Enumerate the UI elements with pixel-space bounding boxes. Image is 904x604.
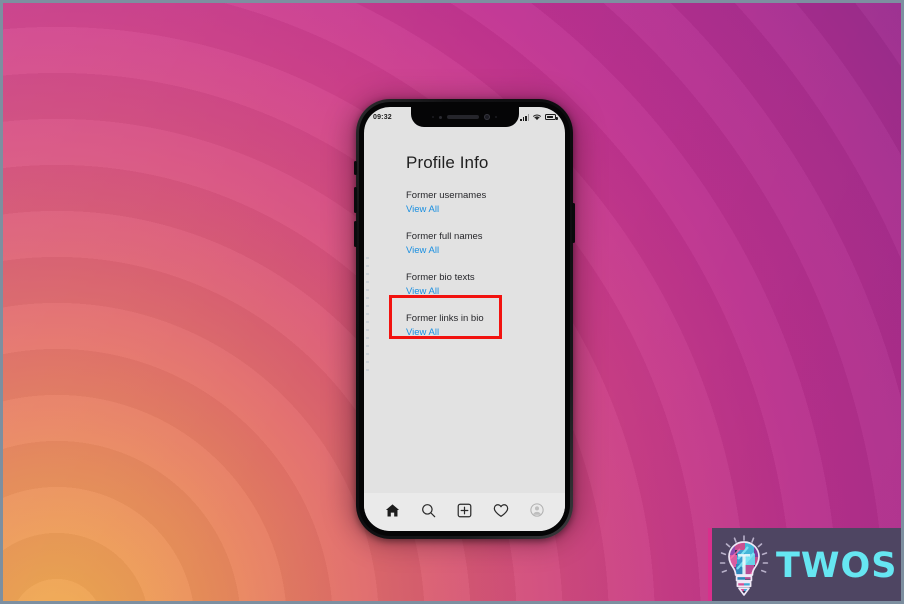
- list-item: Former bio texts View All: [406, 271, 555, 299]
- home-icon[interactable]: [382, 500, 402, 520]
- heart-icon[interactable]: [491, 500, 511, 520]
- former-links-in-bio-view-all-link[interactable]: View All: [406, 326, 555, 340]
- silent-switch-button[interactable]: [354, 161, 357, 175]
- screenshot-canvas: 09:32 Profile Info Former usernames View…: [3, 3, 901, 601]
- former-bio-texts-label: Former bio texts: [406, 272, 475, 283]
- status-icon-group: [520, 113, 558, 121]
- watermark-accent-strip: [708, 528, 712, 601]
- list-item: Former full names View All: [406, 230, 555, 258]
- sensor-dot-icon: [495, 116, 497, 118]
- watermark-text: TWOS: [776, 545, 898, 586]
- wifi-icon: [533, 114, 541, 121]
- former-full-names-label: Former full names: [406, 231, 483, 242]
- list-item: Former links in bio View All: [406, 312, 555, 340]
- search-icon[interactable]: [418, 500, 438, 520]
- phone-screen: 09:32 Profile Info Former usernames View…: [364, 107, 565, 531]
- page-title: Profile Info: [406, 153, 489, 172]
- add-post-icon[interactable]: [454, 500, 474, 520]
- status-clock: 09:32: [373, 113, 392, 121]
- volume-down-button[interactable]: [354, 221, 357, 247]
- former-bio-texts-view-all-link[interactable]: View All: [406, 285, 555, 299]
- proximity-sensor-icon: [439, 115, 442, 119]
- former-usernames-label: Former usernames: [406, 190, 487, 201]
- power-button[interactable]: [572, 203, 575, 243]
- signal-icon: [520, 114, 529, 121]
- battery-icon: [545, 114, 558, 120]
- list-item: Former usernames View All: [406, 189, 555, 217]
- instagram-profile-info-screen: Profile Info Former usernames View All F…: [364, 127, 565, 531]
- bottom-navigation-bar: [364, 493, 565, 531]
- former-full-names-view-all-link[interactable]: View All: [406, 244, 555, 258]
- phone-mockup: 09:32 Profile Info Former usernames View…: [346, 95, 583, 547]
- profile-info-list: Former usernames View All Former full na…: [406, 189, 555, 353]
- twos-watermark: TWOS: [708, 528, 901, 601]
- volume-up-button[interactable]: [354, 187, 357, 213]
- phone-notch: [410, 107, 519, 127]
- former-links-in-bio-label: Former links in bio: [406, 313, 484, 324]
- earpiece-speaker-icon: [447, 115, 479, 119]
- lightbulb-icon: [718, 535, 770, 597]
- profile-avatar-icon[interactable]: [527, 500, 547, 520]
- former-usernames-view-all-link[interactable]: View All: [406, 203, 555, 217]
- front-camera-icon: [484, 114, 490, 120]
- sensor-dot-icon: [432, 116, 434, 118]
